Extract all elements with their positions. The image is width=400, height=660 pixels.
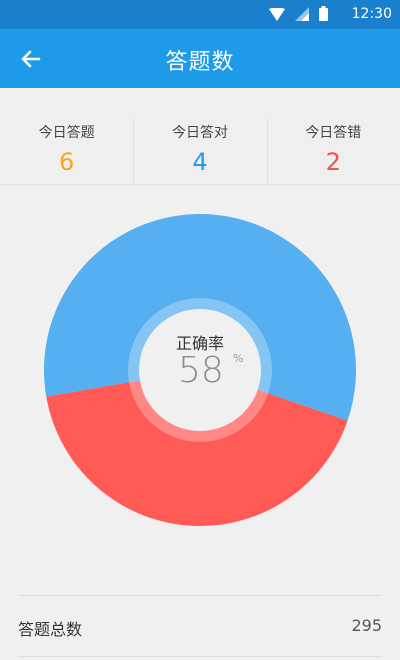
status-bar: 12:30	[0, 0, 400, 29]
page-title: 答题数	[165, 50, 235, 75]
stat-today-wrong: 今日答错 2	[266, 88, 400, 184]
accuracy-value: 58	[178, 350, 224, 391]
stat-today-correct: 今日答对 4	[133, 88, 266, 184]
app-bar: 答题数	[0, 29, 400, 88]
cell-signal-icon	[295, 6, 309, 25]
stat-value: 4	[192, 148, 208, 176]
clock: 12:30	[351, 6, 392, 22]
stat-label: 今日答题	[38, 125, 95, 141]
accuracy-unit: %	[233, 352, 244, 365]
wifi-icon	[269, 6, 285, 25]
total-label: 答题总数	[18, 620, 83, 639]
stat-value: 6	[59, 148, 75, 176]
total-value: 295	[351, 616, 382, 635]
stat-value: 2	[325, 148, 341, 176]
battery-icon	[319, 6, 328, 25]
stat-label: 今日答错	[305, 125, 362, 141]
stat-today-total: 今日答题 6	[0, 88, 133, 184]
today-stats: 今日答题 6 今日答对 4 今日答错 2	[0, 88, 400, 185]
total-questions-row[interactable]: 答题总数 295	[18, 595, 382, 657]
stat-label: 今日答对	[171, 125, 228, 141]
